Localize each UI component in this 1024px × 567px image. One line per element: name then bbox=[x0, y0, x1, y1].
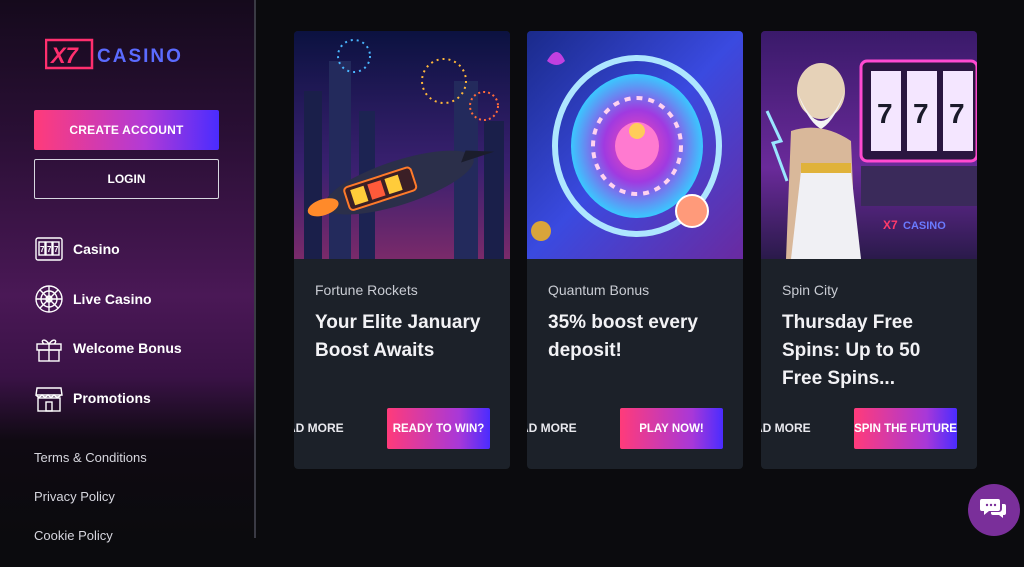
promo-card: 7 7 7 X7 CASINO Spin City Thursday Free … bbox=[761, 31, 977, 469]
read-more-link[interactable]: AD MORE bbox=[294, 421, 344, 435]
sidebar-item-promotions[interactable]: Promotions bbox=[34, 382, 182, 414]
ready-to-win-button[interactable]: READY TO WIN? bbox=[387, 408, 490, 449]
promo-image-rocket bbox=[294, 31, 510, 259]
svg-text:CASINO: CASINO bbox=[903, 220, 946, 232]
gift-icon bbox=[34, 333, 64, 363]
promo-title: 35% boost every deposit! bbox=[548, 312, 698, 361]
sidebar-item-label: Welcome Bonus bbox=[73, 340, 182, 356]
privacy-link[interactable]: Privacy Policy bbox=[34, 489, 147, 528]
create-account-button[interactable]: CREATE ACCOUNT bbox=[34, 110, 219, 150]
promo-image-zeus: 7 7 7 X7 CASINO bbox=[761, 31, 977, 259]
promo-subtitle: Quantum Bonus bbox=[548, 282, 650, 298]
svg-text:7: 7 bbox=[40, 245, 45, 254]
promo-title: Your Elite January Boost Awaits bbox=[315, 312, 481, 361]
svg-text:7: 7 bbox=[54, 245, 59, 254]
svg-text:7: 7 bbox=[913, 98, 929, 129]
terms-link[interactable]: Terms & Conditions bbox=[34, 450, 147, 489]
promo-card: Fortune Rockets Your Elite January Boost… bbox=[294, 31, 510, 469]
sidebar-item-live-casino[interactable]: Live Casino bbox=[34, 283, 182, 315]
svg-text:7: 7 bbox=[949, 98, 965, 129]
shop-icon bbox=[34, 383, 64, 413]
sidebar: X7 CASINO CREATE ACCOUNT LOGIN 7 7 7 Cas… bbox=[0, 0, 256, 543]
roulette-icon bbox=[34, 284, 64, 314]
slot-machine-icon: 7 7 7 bbox=[34, 234, 64, 264]
login-button[interactable]: LOGIN bbox=[34, 159, 219, 199]
read-more-link[interactable]: AD MORE bbox=[527, 421, 577, 435]
sidebar-item-label: Live Casino bbox=[73, 290, 152, 307]
sidebar-item-label: Promotions bbox=[73, 389, 151, 406]
promo-card: Quantum Bonus 35% boost every deposit! A… bbox=[527, 31, 743, 469]
sidebar-item-casino[interactable]: 7 7 7 Casino bbox=[34, 233, 182, 265]
spin-the-future-button[interactable]: SPIN THE FUTURE bbox=[854, 408, 957, 449]
svg-text:7: 7 bbox=[877, 98, 893, 129]
chat-button[interactable] bbox=[968, 484, 1020, 536]
footer-links: Terms & Conditions Privacy Policy Cookie… bbox=[34, 450, 147, 567]
read-more-link[interactable]: AD MORE bbox=[761, 421, 811, 435]
promo-image-roulette bbox=[527, 31, 743, 259]
promo-title: Thursday Free Spins: Up to 50 Free Spins… bbox=[782, 312, 921, 389]
sidebar-item-welcome-bonus[interactable]: Welcome Bonus bbox=[34, 332, 182, 364]
sidebar-item-label: Casino bbox=[73, 241, 120, 257]
cookie-link[interactable]: Cookie Policy bbox=[34, 528, 147, 567]
x7-casino-logo[interactable]: X7 CASINO bbox=[44, 37, 210, 71]
svg-text:CASINO: CASINO bbox=[97, 46, 183, 67]
promo-subtitle: Spin City bbox=[782, 282, 839, 298]
svg-text:X7: X7 bbox=[49, 43, 80, 68]
chat-icon bbox=[980, 496, 1008, 525]
promo-subtitle: Fortune Rockets bbox=[315, 282, 418, 298]
sidebar-nav: 7 7 7 Casino Live Casino Welcome Bonus P… bbox=[34, 233, 182, 431]
svg-text:7: 7 bbox=[47, 245, 52, 254]
svg-text:X7: X7 bbox=[883, 218, 898, 232]
play-now-button[interactable]: PLAY NOW! bbox=[620, 408, 723, 449]
